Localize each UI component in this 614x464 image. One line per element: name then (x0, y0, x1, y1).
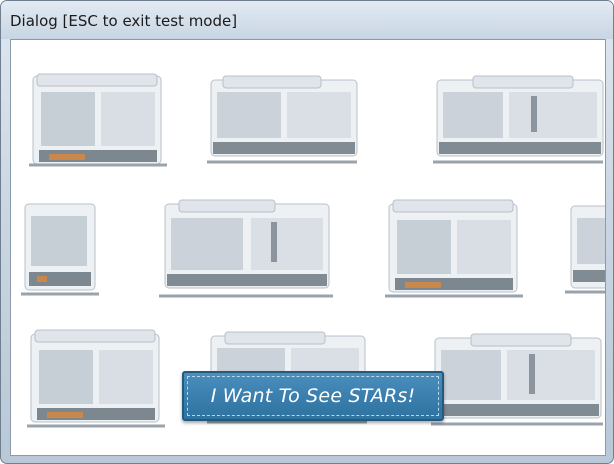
lab-instrument-icon (159, 199, 333, 298)
lab-instrument-icon (431, 333, 603, 426)
lab-instrument-icon (565, 205, 605, 294)
see-stars-button-label: I Want To See STARs! (210, 385, 416, 407)
title-bar[interactable]: Dialog [ESC to exit test mode] (1, 1, 613, 39)
lab-instrument-icon (207, 75, 358, 164)
lab-instrument-icon (21, 203, 99, 296)
window-title: Dialog [ESC to exit test mode] (10, 12, 238, 30)
dialog-window: Dialog [ESC to exit test mode] I Want To… (0, 0, 614, 464)
dialog-content: I Want To See STARs! (10, 39, 606, 456)
lab-instrument-icon (27, 329, 165, 428)
lab-instrument-icon (29, 73, 167, 167)
lab-instrument-icon (385, 199, 523, 298)
lab-instrument-icon (433, 75, 604, 164)
see-stars-button[interactable]: I Want To See STARs! (182, 371, 444, 421)
